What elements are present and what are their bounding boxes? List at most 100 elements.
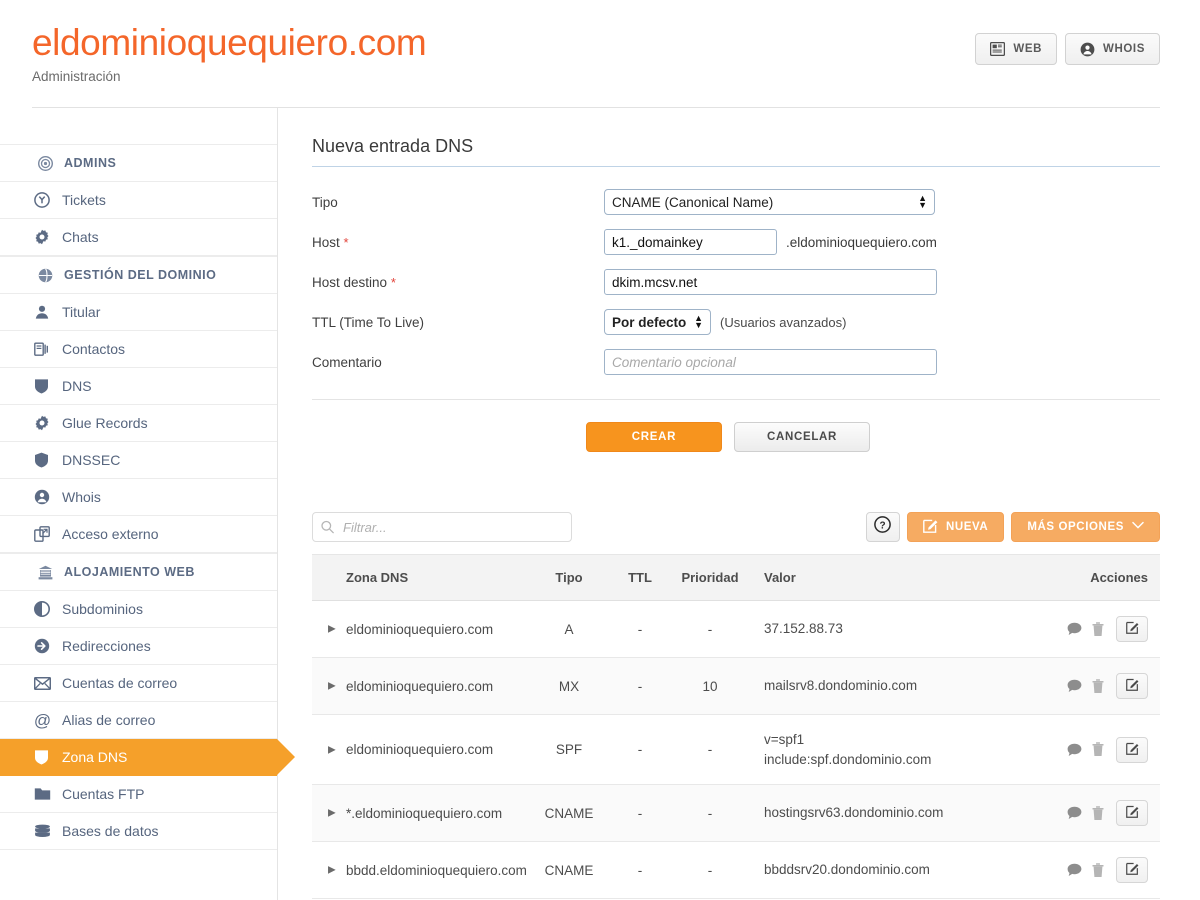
cell-prioridad: - <box>670 714 750 786</box>
edit-record-button[interactable] <box>1116 857 1148 884</box>
trash-icon[interactable] <box>1092 678 1104 694</box>
sidebar-item-cuentas-de-correo[interactable]: Cuentas de correo <box>0 665 277 702</box>
column-valor[interactable]: Valor <box>750 554 1020 601</box>
valor-line-1: mailsrv8.dondominio.com <box>764 678 918 694</box>
tipo-label: Tipo <box>312 194 338 210</box>
badge-icon <box>38 155 53 171</box>
table-row[interactable]: ▶ bbdd.eldominioquequiero.com CNAME - - … <box>312 841 1160 900</box>
sidebar-item-zona-dns[interactable]: Zona DNS <box>0 739 295 776</box>
sidebar-item-label: Contactos <box>62 341 126 357</box>
web-page-icon <box>990 42 1006 56</box>
trash-icon[interactable] <box>1092 621 1104 637</box>
host-destino-input[interactable] <box>604 269 937 295</box>
sidebar-item-label: Chats <box>62 229 99 245</box>
question-circle-icon: ? <box>874 516 892 538</box>
sidebar-item-titular[interactable]: Titular <box>0 294 277 331</box>
trash-icon[interactable] <box>1092 805 1104 821</box>
header-actions: WEB WHOIS <box>975 33 1160 65</box>
whois-button[interactable]: WHOIS <box>1065 33 1160 65</box>
table-row[interactable]: ▶ eldominioquequiero.com MX - 10 mailsrv… <box>312 657 1160 715</box>
edit-square-icon <box>1125 805 1139 821</box>
zona-value: bbdd.eldominioquequiero.com <box>346 862 527 878</box>
caret-right-icon[interactable]: ▶ <box>328 865 336 876</box>
sidebar-item-cuentas-ftp[interactable]: Cuentas FTP <box>0 776 277 813</box>
table-row[interactable]: ▶ eldominioquequiero.com A - - 37.152.88… <box>312 600 1160 658</box>
table-row[interactable]: ▶ eldominioquequiero.com SPF - - v=spf1 … <box>312 714 1160 786</box>
dns-records-table: Zona DNS Tipo TTL Prioridad Valor Accion… <box>312 554 1160 900</box>
filter-input[interactable] <box>312 512 572 542</box>
sidebar-item-glue-records[interactable]: Glue Records <box>0 405 277 442</box>
edit-square-icon <box>923 518 938 536</box>
cell-ttl: - <box>610 600 670 658</box>
column-acciones: Acciones <box>1020 554 1160 601</box>
sidebar-section-gestion-dominio[interactable]: GESTIÓN DEL DOMINIO <box>0 256 277 294</box>
sidebar-item-label: Titular <box>62 304 101 320</box>
speech-bubble-icon[interactable] <box>1067 622 1082 636</box>
cell-tipo: SPF <box>528 714 610 786</box>
sidebar-item-acceso-externo[interactable]: Acceso externo <box>0 516 277 553</box>
cell-valor: 37.152.88.73 <box>750 600 1020 658</box>
trash-icon[interactable] <box>1092 862 1104 878</box>
caret-right-icon[interactable]: ▶ <box>328 808 336 819</box>
ttl-select[interactable]: Por defecto <box>604 309 711 335</box>
sidebar-item-contactos[interactable]: Contactos <box>0 331 277 368</box>
ttl-hint: (Usuarios avanzados) <box>720 314 847 330</box>
tipo-select[interactable]: CNAME (Canonical Name) <box>604 189 935 215</box>
help-button[interactable]: ? <box>865 512 900 542</box>
sidebar-item-label: DNSSEC <box>62 452 121 468</box>
comentario-input[interactable] <box>604 349 937 375</box>
dns-entry-form: Tipo CNAME (Canonical Name) ▲ ▼ Host * k… <box>312 189 1160 452</box>
cell-zona: ▶ eldominioquequiero.com <box>312 714 528 786</box>
mas-opciones-button[interactable]: MÁS OPCIONES <box>1011 512 1160 542</box>
column-ttl[interactable]: TTL <box>610 554 670 601</box>
cell-acciones <box>1020 657 1160 715</box>
edit-record-button[interactable] <box>1116 800 1148 827</box>
cancelar-button[interactable]: CANCELAR <box>734 422 870 452</box>
sidebar: ADMINS Tickets Chats GESTIÓN DEL DOMINIO <box>0 108 295 900</box>
caret-right-icon[interactable]: ▶ <box>328 681 336 692</box>
sidebar-section-admins[interactable]: ADMINS <box>0 144 277 182</box>
filter-wrapper <box>312 512 572 542</box>
search-icon <box>321 520 334 534</box>
nueva-button[interactable]: NUEVA <box>906 512 1005 542</box>
speech-bubble-icon[interactable] <box>1067 679 1082 693</box>
edit-record-button[interactable] <box>1116 616 1148 642</box>
caret-right-icon[interactable]: ▶ <box>328 744 336 755</box>
caret-right-icon[interactable]: ▶ <box>328 624 336 635</box>
cell-acciones <box>1020 600 1160 658</box>
form-title: Nueva entrada DNS <box>312 136 1160 167</box>
table-row[interactable]: ▶ *.eldominioquequiero.com CNAME - - hos… <box>312 784 1160 843</box>
column-tipo[interactable]: Tipo <box>528 554 610 601</box>
cell-acciones <box>1020 714 1160 786</box>
sidebar-item-chats[interactable]: Chats <box>0 219 277 256</box>
sidebar-item-tickets[interactable]: Tickets <box>0 182 277 219</box>
sidebar-section-alojamiento-web[interactable]: ALOJAMIENTO WEB <box>0 553 277 591</box>
sidebar-item-whois[interactable]: Whois <box>0 479 277 516</box>
sidebar-item-dnssec[interactable]: DNSSEC <box>0 442 277 479</box>
person-icon <box>34 304 50 320</box>
host-input[interactable] <box>604 229 777 255</box>
speech-bubble-icon[interactable] <box>1067 743 1082 757</box>
shield-icon <box>34 378 49 394</box>
web-button[interactable]: WEB <box>975 33 1058 65</box>
sidebar-item-dns[interactable]: DNS <box>0 368 277 405</box>
host-destino-required-marker: * <box>390 274 396 290</box>
table-header-row: Zona DNS Tipo TTL Prioridad Valor Accion… <box>312 554 1160 601</box>
edit-record-button[interactable] <box>1116 673 1148 699</box>
web-button-label: WEB <box>1013 43 1043 55</box>
column-prioridad[interactable]: Prioridad <box>670 554 750 601</box>
speech-bubble-icon[interactable] <box>1067 806 1082 820</box>
edit-record-button[interactable] <box>1116 736 1148 763</box>
column-zona-dns[interactable]: Zona DNS <box>312 554 528 601</box>
form-actions: CREAR CANCELAR <box>312 400 1160 452</box>
sidebar-item-bases-de-datos[interactable]: Bases de datos <box>0 813 277 850</box>
sidebar-item-redirecciones[interactable]: Redirecciones <box>0 628 277 665</box>
sidebar-item-alias-de-correo[interactable]: @ Alias de correo <box>0 702 277 739</box>
gear-icon <box>34 415 50 431</box>
cell-acciones <box>1020 841 1160 900</box>
cell-ttl: - <box>610 841 670 900</box>
crear-button[interactable]: CREAR <box>586 422 722 452</box>
trash-icon[interactable] <box>1092 742 1104 757</box>
speech-bubble-icon[interactable] <box>1067 863 1082 877</box>
sidebar-item-subdominios[interactable]: Subdominios <box>0 591 277 628</box>
